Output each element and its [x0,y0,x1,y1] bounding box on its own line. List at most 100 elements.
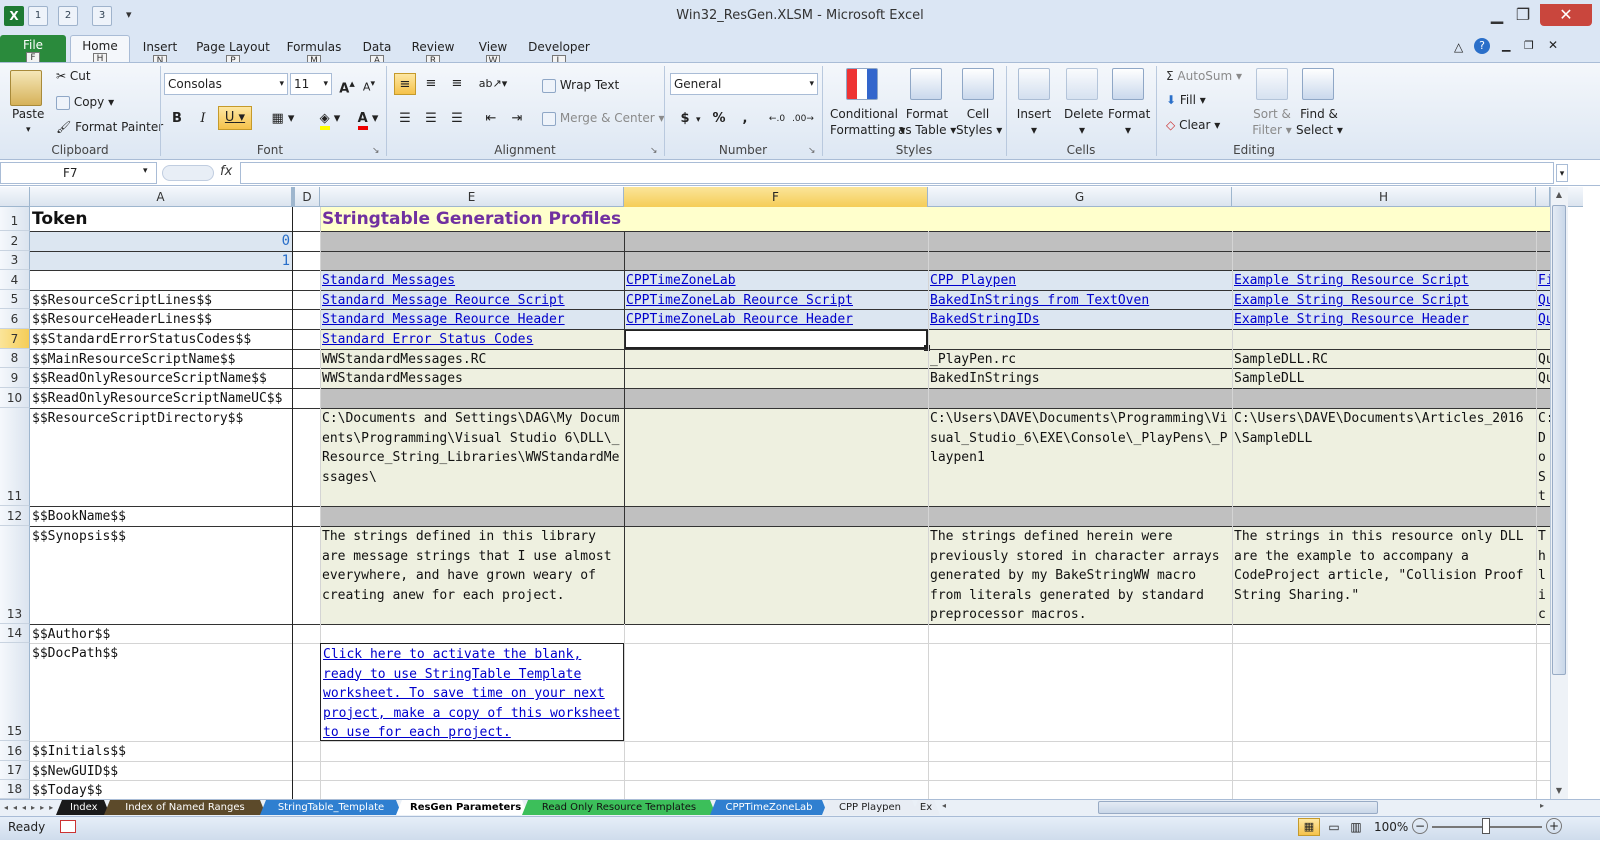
formula-input[interactable] [240,162,1554,184]
cut-button[interactable]: ✂ Cut [56,68,91,84]
sheet-tab-cpptimezonelab[interactable]: CPPTimeZoneLab [710,800,828,815]
cell-styles-button[interactable]: Cell Styles ▾ [956,106,1002,138]
number-format-combo[interactable]: General ▾ [670,73,818,95]
tab-file[interactable]: File F [0,35,66,64]
orientation-icon[interactable]: ab↗▾ [476,73,510,95]
cell-e9[interactable]: WWStandardMessages [320,368,624,390]
shrink-font-icon[interactable]: A▾ [358,73,380,95]
workbook-minimize-icon[interactable]: ▁ [1502,39,1510,52]
grow-font-icon[interactable]: A▴ [336,73,358,96]
cell-h11[interactable]: C:\Users\DAVE\Documents\Articles_2016\Sa… [1232,408,1536,506]
link-cpptimezonelab-header[interactable]: CPPTimeZoneLab Reource Header [624,309,928,331]
save-icon[interactable]: 1 [28,6,48,26]
formula-bar-splitter[interactable] [162,165,214,181]
merge-center-button[interactable]: Merge & Center ▾ [542,110,665,126]
zoom-out-icon[interactable]: − [1412,818,1428,834]
find-select-button[interactable]: Find & Select ▾ [1296,106,1343,138]
link-standard-messages[interactable]: Standard Messages [320,270,624,292]
link-activate-stringtable-template[interactable]: Click here to activate the blank, ready … [321,644,623,740]
tab-view[interactable]: View W [474,38,512,67]
format-painter-button[interactable]: 🖌 Format Painter [56,119,163,135]
page-break-view-icon[interactable]: ▥ [1346,818,1366,836]
column-header-g[interactable]: G [928,187,1232,207]
paste-button[interactable]: Paste [12,106,44,122]
cell-g9[interactable]: BakedInStrings [928,368,1232,390]
cell-a12[interactable]: $$BookName$$ [30,506,292,528]
underline-button[interactable]: U ▾ [218,106,252,130]
qat-customize-icon[interactable]: ▾ [126,8,132,21]
tab-review[interactable]: Review R [410,38,456,67]
name-box-dropdown-icon[interactable]: ▾ [143,166,148,176]
cell-a9[interactable]: $$ReadOnlyResourceScriptName$$ [30,368,292,390]
minimize-ribbon-icon[interactable]: △ [1454,40,1463,54]
font-name-combo[interactable]: Consolas ▾ [164,73,288,95]
row-header[interactable]: 9 [0,368,30,388]
row-header[interactable]: 4 [0,270,30,290]
tab-insert[interactable]: Insert N [136,38,184,67]
scroll-right-icon[interactable]: ▸ [1540,801,1548,814]
vertical-scroll-thumb[interactable] [1552,205,1566,675]
row-header[interactable]: 11 [0,408,30,506]
cell-a16[interactable]: $$Initials$$ [30,741,292,763]
sheet-title-cell[interactable]: Stringtable Generation Profiles [320,207,920,231]
align-bottom-icon[interactable]: ≡ [446,73,468,95]
decrease-indent-icon[interactable]: ⇤ [480,108,502,130]
cell-h9[interactable]: SampleDLL [1232,368,1536,390]
tab-developer[interactable]: Developer L [528,38,590,67]
cell-e11[interactable]: C:\Documents and Settings\DAG\My Documen… [320,408,624,506]
column-header-d[interactable]: D [295,187,320,207]
cell-a7[interactable]: $$StandardErrorStatusCodes$$ [30,329,292,351]
expand-formula-bar-icon[interactable]: ▾ [1556,164,1568,182]
sheet-tab-cpp-playpen[interactable]: CPP Playpen [822,800,918,815]
row-header[interactable]: 2 [0,231,30,251]
sheet-nav-arrows-icon[interactable]: ◂◂◂▸▸▸ [4,800,56,815]
cell-g11[interactable]: C:\Users\DAVE\Documents\Programming\Visu… [928,408,1232,506]
row-header[interactable]: 7 [0,329,30,349]
percent-button[interactable]: % [708,108,730,130]
column-header-i[interactable] [1536,187,1550,207]
zoom-slider-thumb[interactable] [1482,818,1490,834]
column-header-f[interactable]: F [624,187,928,207]
cell-e13[interactable]: The strings defined in this library are … [320,526,624,624]
paste-dropdown-icon[interactable]: ▾ [26,122,31,138]
cell-a11[interactable]: $$ResourceScriptDirectory$$ [30,408,292,430]
cell-h13[interactable]: The strings in this resource only DLL ar… [1232,526,1536,624]
normal-view-icon[interactable]: ▦ [1298,818,1320,836]
sheet-tab-index-named-ranges[interactable]: Index of Named Ranges [104,800,266,815]
sheet-tab-stringtable-template[interactable]: StringTable_Template [260,800,402,815]
font-size-combo[interactable]: 11 ▾ [290,73,332,95]
help-icon[interactable]: ? [1474,38,1490,54]
cell-i11[interactable]: C:\ Do St 6\ in [1536,408,1550,506]
row-header[interactable]: 17 [0,761,30,780]
conditional-formatting-button[interactable]: ConditionalFormatting ▾ [830,106,905,138]
paste-icon[interactable] [10,70,42,106]
column-header-a[interactable]: A [30,187,292,207]
row-header[interactable]: 14 [0,624,30,643]
format-as-table-button[interactable]: Format as Table ▾ [898,106,956,138]
workbook-restore-icon[interactable]: ❐ [1524,39,1534,52]
align-right-icon[interactable]: ☰ [446,108,468,130]
align-middle-icon[interactable]: ≡ [420,73,442,95]
row-header[interactable]: 8 [0,349,30,368]
cell-a2[interactable]: 0 [30,231,292,251]
scroll-down-icon[interactable]: ▼ [1551,784,1567,798]
excel-logo-icon[interactable]: X [4,6,24,26]
row-header[interactable]: 16 [0,741,30,761]
sheet-tab-index[interactable]: Index [56,800,110,815]
zoom-in-icon[interactable]: + [1546,818,1562,834]
tab-page-layout[interactable]: Page Layout P [196,38,270,67]
insert-cells-button[interactable]: Insert ▾ [1016,106,1052,138]
cell-i9[interactable]: Qu [1536,368,1550,390]
clear-button[interactable]: ◇ Clear ▾ [1166,117,1220,133]
name-box[interactable]: F7 [0,162,157,184]
link-example-header[interactable]: Example String Resource Header [1232,309,1536,331]
zoom-level[interactable]: 100% [1374,820,1408,834]
alignment-dialog-launcher-icon[interactable]: ↘ [650,146,658,156]
undo-icon[interactable]: 2 [58,6,78,26]
row-header[interactable]: 13 [0,526,30,624]
row-header[interactable]: 6 [0,309,30,329]
fill-color-icon[interactable]: ◈ ▾ [312,108,348,130]
sort-filter-button[interactable]: Sort & Filter ▾ [1252,106,1292,138]
cell-a1[interactable]: Token [30,207,292,231]
comma-button[interactable]: , [734,108,756,130]
